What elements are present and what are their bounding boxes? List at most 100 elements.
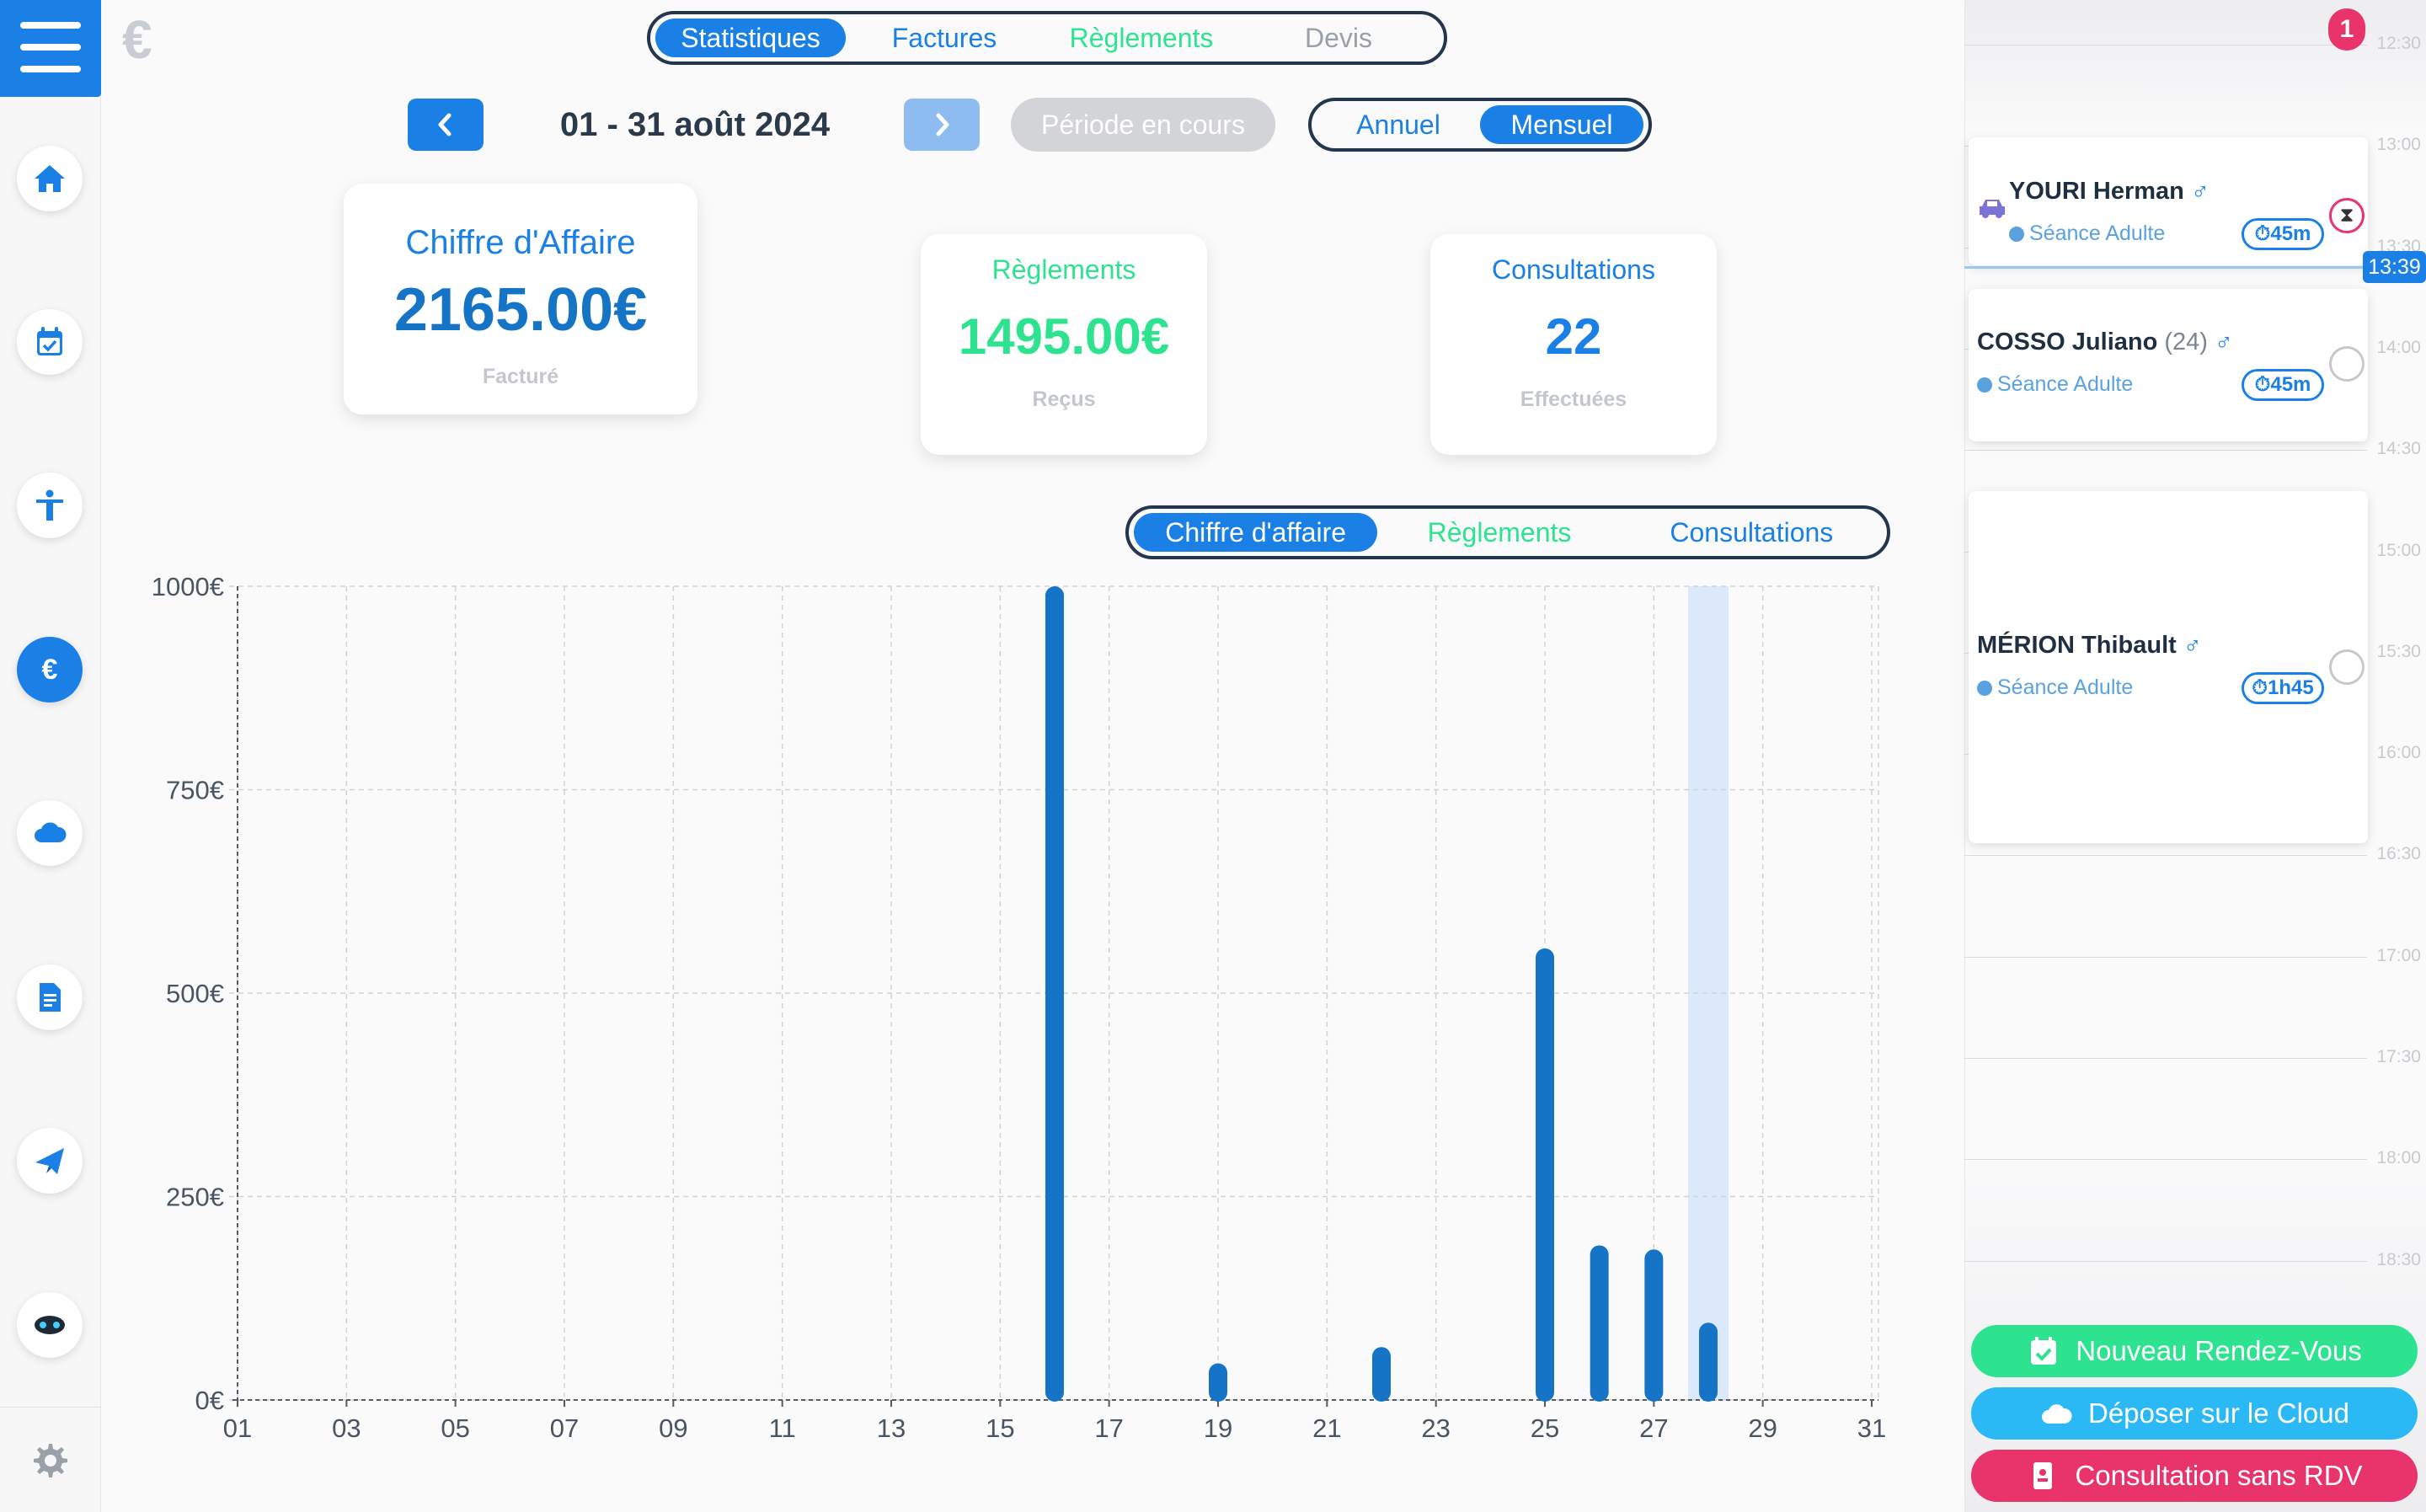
stopwatch-icon: ⏱: [2254, 222, 2271, 245]
tab-devis[interactable]: Devis: [1240, 19, 1437, 57]
current-time-line: [1964, 266, 2369, 269]
agenda-hour-label: 14:30: [2376, 439, 2421, 459]
menu-icon[interactable]: [0, 0, 101, 97]
agenda-hour-line: [1964, 1058, 2367, 1059]
upload-cloud-button[interactable]: Déposer sur le Cloud: [1971, 1387, 2418, 1440]
y-tick-label: 750€: [166, 776, 224, 805]
y-tick-label: 250€: [166, 1183, 224, 1212]
y-tick-label: 500€: [166, 979, 224, 1008]
previous-period-button[interactable]: [408, 99, 484, 151]
agenda-hour-label: 18:30: [2376, 1249, 2421, 1269]
kpi-ca-sub: Facturé: [482, 365, 559, 388]
agenda-hour-line: [1964, 956, 2367, 958]
agenda-hour-label: 17:30: [2376, 1047, 2421, 1066]
agenda-hour-label: 16:00: [2376, 743, 2421, 763]
agenda-hour-line: [1964, 855, 2367, 857]
agenda-hour-label: 15:30: [2376, 641, 2421, 661]
status-circle[interactable]: [2329, 649, 2365, 685]
euro-icon[interactable]: €: [17, 637, 83, 703]
agenda-hour-label: 18:00: [2376, 1148, 2421, 1168]
x-tick-label: 31: [1857, 1413, 1886, 1440]
x-tick-label: 21: [1312, 1413, 1341, 1440]
x-tick-label: 19: [1204, 1413, 1232, 1440]
chart-tab-consultations[interactable]: Consultations: [1622, 513, 1882, 552]
cloud-icon[interactable]: [17, 800, 83, 866]
appointment-type: Séance Adulte: [2009, 222, 2165, 246]
badge-icon: [2033, 1462, 2053, 1489]
patient-name: MÉRION Thibault ♂: [1977, 632, 2202, 659]
kpi-reglements-sub: Reçus: [1032, 387, 1096, 411]
gear-icon[interactable]: [25, 1437, 72, 1484]
chart-tab-reglements[interactable]: Règlements: [1377, 513, 1621, 552]
next-period-button[interactable]: [904, 99, 980, 151]
x-tick-label: 07: [550, 1413, 579, 1440]
x-tick-label: 03: [332, 1413, 361, 1440]
sidebar-divider: [0, 1407, 101, 1408]
kpi-chiffre-affaire: Chiffre d'Affaire 2165.00€ Facturé: [344, 184, 697, 414]
calendar-check-icon: [2031, 1337, 2057, 1365]
calendar-icon[interactable]: [17, 309, 83, 375]
kpi-reglements-value: 1495.00€: [958, 308, 1170, 365]
x-tick-label: 05: [441, 1413, 469, 1440]
tab-statistiques[interactable]: Statistiques: [655, 19, 846, 57]
agenda-hour-line: [1964, 1260, 2367, 1262]
send-icon[interactable]: [17, 1128, 83, 1194]
x-tick-label: 29: [1748, 1413, 1777, 1440]
appointment-card[interactable]: YOURI Herman ♂ Séance Adulte ⏱45m ⧗: [1969, 137, 2368, 265]
kpi-ca-title: Chiffre d'Affaire: [405, 224, 636, 261]
agenda-hour-label: 17:00: [2376, 945, 2421, 965]
agenda-hour-label: 13:00: [2376, 135, 2421, 155]
car-icon: [1980, 200, 2005, 218]
x-tick-label: 23: [1421, 1413, 1450, 1440]
chevron-right-icon: [936, 113, 949, 136]
appointment-card[interactable]: MÉRION Thibault ♂ Séance Adulte ⏱1h45: [1969, 491, 2368, 843]
bar-day-26: [1590, 1245, 1609, 1402]
x-tick-label: 13: [877, 1413, 906, 1440]
duration-badge: ⏱45m: [2242, 218, 2324, 250]
bar-day-19: [1209, 1363, 1227, 1402]
consultation-without-appointment-button[interactable]: Consultation sans RDV: [1971, 1450, 2418, 1502]
kpi-reglements-title: Règlements: [991, 254, 1136, 285]
notification-badge[interactable]: 1: [2328, 8, 2365, 51]
appointment-card[interactable]: COSSO Juliano (24) ♂ Séance Adulte ⏱45m: [1969, 289, 2368, 441]
x-tick-label: 11: [769, 1413, 796, 1440]
document-icon[interactable]: [17, 964, 83, 1030]
x-tick-label: 25: [1531, 1413, 1559, 1440]
kpi-reglements: Règlements 1495.00€ Reçus: [921, 234, 1207, 455]
hourglass-icon[interactable]: ⧗: [2329, 198, 2365, 233]
x-tick-label: 09: [659, 1413, 687, 1440]
current-time-badge: 13:39: [2363, 251, 2426, 283]
home-icon[interactable]: [17, 146, 83, 211]
status-circle[interactable]: [2329, 346, 2365, 382]
stopwatch-icon: ⏱: [2254, 373, 2271, 396]
chart-tab-chiffre-affaire[interactable]: Chiffre d'affaire: [1134, 513, 1378, 552]
bar-day-28: [1699, 1322, 1718, 1402]
duration-badge: ⏱45m: [2242, 369, 2324, 401]
mode-annuel[interactable]: Annuel: [1317, 105, 1480, 144]
kpi-ca-value: 2165.00€: [393, 276, 648, 344]
tab-factures[interactable]: Factures: [846, 19, 1043, 57]
kpi-consultations-sub: Effectuées: [1520, 387, 1627, 411]
agenda-hour-line: [1964, 450, 2367, 451]
svg-text:€: €: [42, 654, 58, 686]
kpi-consultations-value: 22: [1545, 308, 1602, 365]
bar-day-27: [1644, 1249, 1664, 1402]
x-tick-label: 15: [986, 1413, 1014, 1440]
current-period-button[interactable]: Période en cours: [1011, 98, 1275, 152]
y-tick-label: 0€: [195, 1386, 224, 1415]
tab-reglements[interactable]: Règlements: [1043, 19, 1240, 57]
body-icon[interactable]: [17, 473, 83, 538]
appointment-type: Séance Adulte: [1977, 676, 2133, 700]
top-tabs: Statistiques Factures Règlements Devis: [647, 11, 1447, 65]
appointment-type: Séance Adulte: [1977, 372, 2133, 397]
bar-day-16: [1045, 586, 1064, 1402]
mode-mensuel[interactable]: Mensuel: [1480, 105, 1643, 144]
patient-name: YOURI Herman ♂: [2009, 178, 2210, 205]
chevron-left-icon: [438, 113, 452, 136]
y-tick-label: 1000€: [152, 573, 224, 601]
bar-day-22: [1372, 1347, 1391, 1402]
robot-icon[interactable]: [17, 1292, 83, 1358]
revenue-bar-chart: 0€ 250€ 500€ 750€ 1000€ 01 03 05 07 09 11 13 15 17 19 2…: [152, 573, 1886, 1440]
euro-header-icon: €: [122, 9, 152, 70]
new-appointment-button[interactable]: Nouveau Rendez-Vous: [1971, 1325, 2418, 1377]
